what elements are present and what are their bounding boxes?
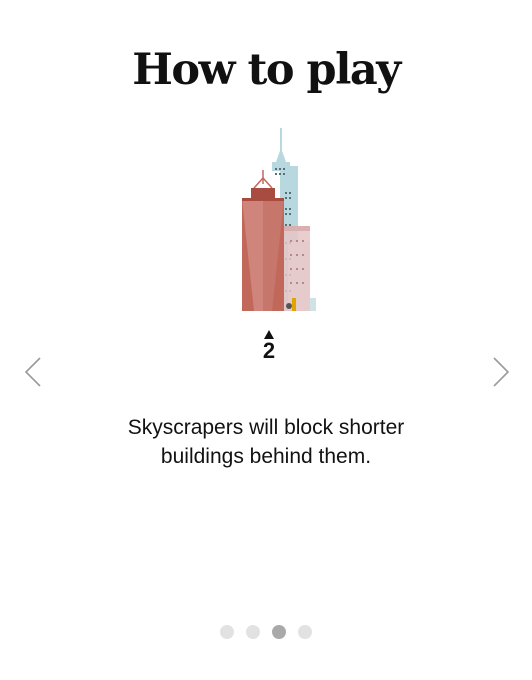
how-to-play-modal: How to play 2 Skyscrapers will block sho… — [0, 0, 532, 680]
clue-indicator: 2 — [246, 330, 292, 363]
pagination-dot-1[interactable] — [220, 625, 234, 639]
description-line-2: buildings behind them. — [160, 445, 372, 468]
middle-building — [284, 226, 310, 311]
pagination-dot-2[interactable] — [246, 625, 260, 639]
pagination-dot-3[interactable] — [272, 625, 286, 639]
clue-number: 2 — [262, 338, 276, 363]
chevron-right-icon — [493, 357, 510, 387]
chevron-left-icon — [24, 357, 41, 387]
pagination-dots — [0, 625, 532, 639]
next-slide-button[interactable] — [480, 352, 520, 392]
page-title: How to play — [132, 45, 401, 95]
front-red-building — [242, 170, 284, 311]
skyscrapers-illustration — [232, 122, 322, 318]
slide-description: Skyscrapers will block shorter buildings… — [66, 413, 466, 471]
description-line-1: Skyscrapers will block shorter — [127, 416, 405, 439]
pagination-dot-4[interactable] — [298, 625, 312, 639]
previous-slide-button[interactable] — [14, 352, 54, 392]
